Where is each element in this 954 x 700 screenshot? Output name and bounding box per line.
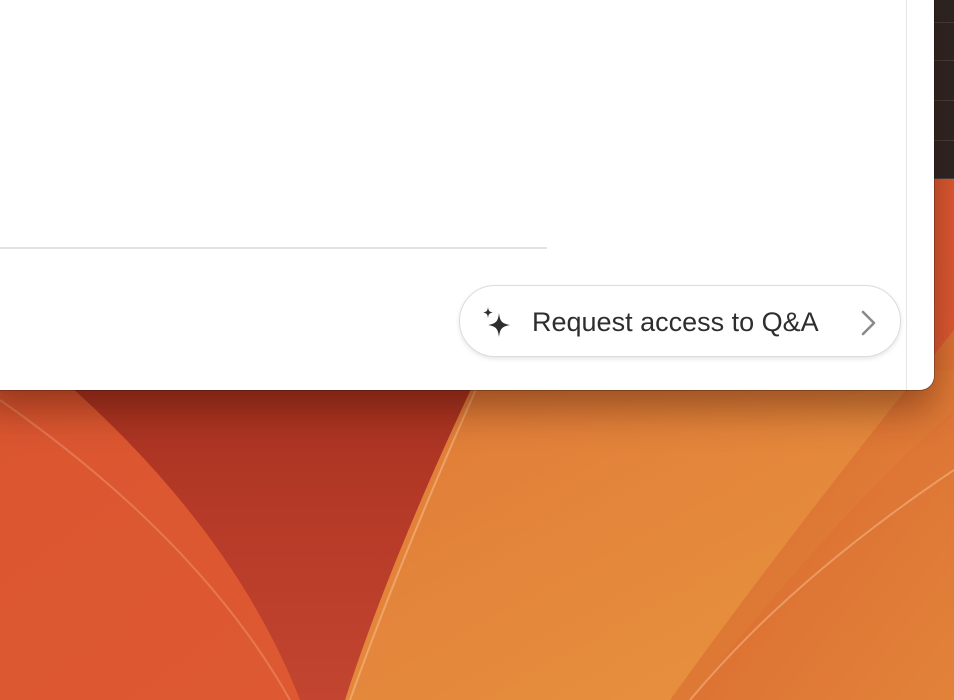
app-window: Request access to Q&A	[0, 0, 934, 390]
chevron-right-icon	[861, 310, 876, 336]
scrollbar-track[interactable]	[906, 0, 907, 390]
content-divider	[0, 247, 547, 249]
request-qa-access-button[interactable]: Request access to Q&A	[459, 285, 901, 357]
request-qa-access-label: Request access to Q&A	[532, 307, 819, 337]
sparkle-icon	[483, 307, 510, 337]
